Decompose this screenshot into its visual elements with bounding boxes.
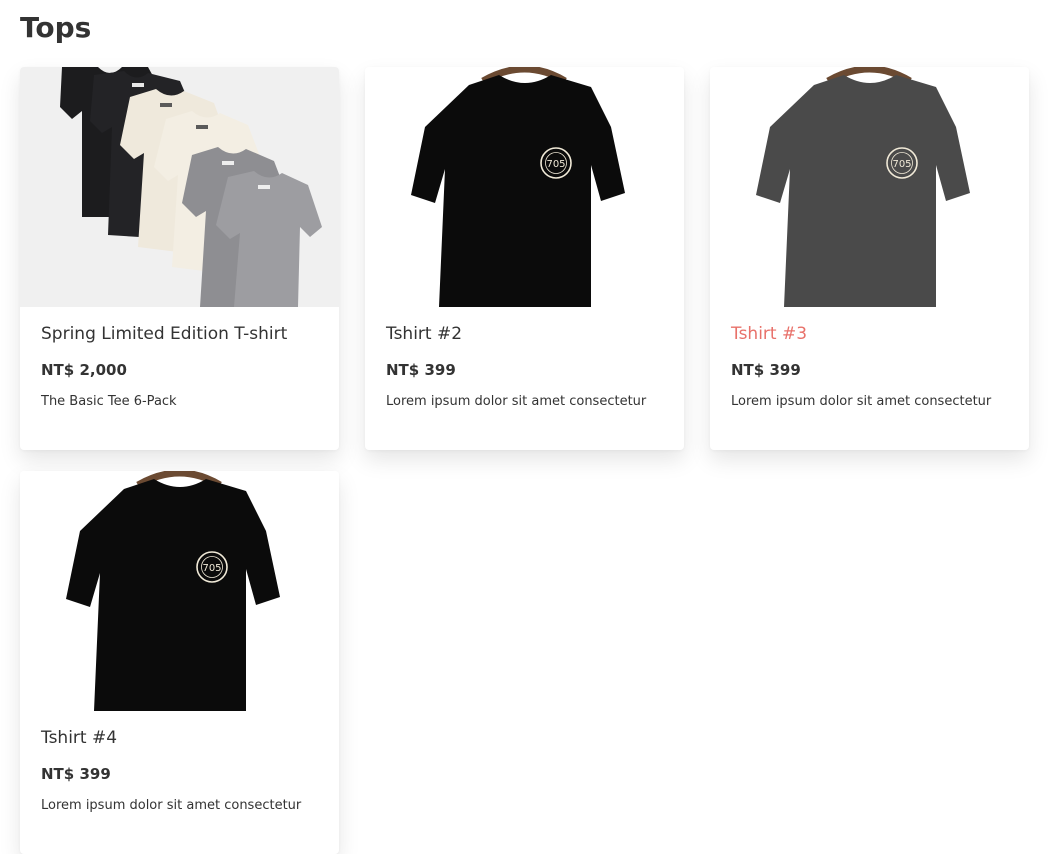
- product-name[interactable]: Tshirt #2: [386, 322, 663, 346]
- product-image[interactable]: [20, 67, 339, 307]
- product-price: NT$ 2,000: [41, 361, 127, 379]
- product-card[interactable]: 705 Tshirt #2 NT$ 399 Lorem ipsum dolor …: [365, 67, 684, 450]
- black-tshirt-icon: 705: [20, 471, 339, 711]
- black-tshirt-icon: 705: [365, 67, 684, 307]
- product-name[interactable]: Tshirt #3: [731, 322, 1008, 346]
- charcoal-tshirt-icon: 705: [710, 67, 1029, 307]
- product-description: The Basic Tee 6-Pack: [41, 394, 177, 409]
- product-description: Lorem ipsum dolor sit amet consectetur: [41, 798, 302, 813]
- page-title: Tops: [20, 11, 92, 44]
- product-image[interactable]: 705: [20, 471, 339, 711]
- product-name[interactable]: Tshirt #4: [41, 726, 318, 750]
- badge-text: 705: [892, 159, 911, 170]
- product-price: NT$ 399: [731, 361, 801, 379]
- product-name[interactable]: Spring Limited Edition T-shirt: [41, 322, 318, 346]
- product-card[interactable]: 705 Tshirt #4 NT$ 399 Lorem ipsum dolor …: [20, 471, 339, 854]
- product-description: Lorem ipsum dolor sit amet consectetur: [386, 394, 647, 409]
- product-price: NT$ 399: [41, 765, 111, 783]
- product-price: NT$ 399: [386, 361, 456, 379]
- product-image[interactable]: 705: [710, 67, 1029, 307]
- product-image[interactable]: 705: [365, 67, 684, 307]
- badge-text: 705: [546, 159, 565, 170]
- product-description: Lorem ipsum dolor sit amet consectetur: [731, 394, 992, 409]
- product-card[interactable]: 705 Tshirt #3 NT$ 399 Lorem ipsum dolor …: [710, 67, 1029, 450]
- badge-text: 705: [202, 563, 221, 574]
- product-card[interactable]: Spring Limited Edition T-shirt NT$ 2,000…: [20, 67, 339, 450]
- tshirt-six-pack-icon: [20, 67, 339, 307]
